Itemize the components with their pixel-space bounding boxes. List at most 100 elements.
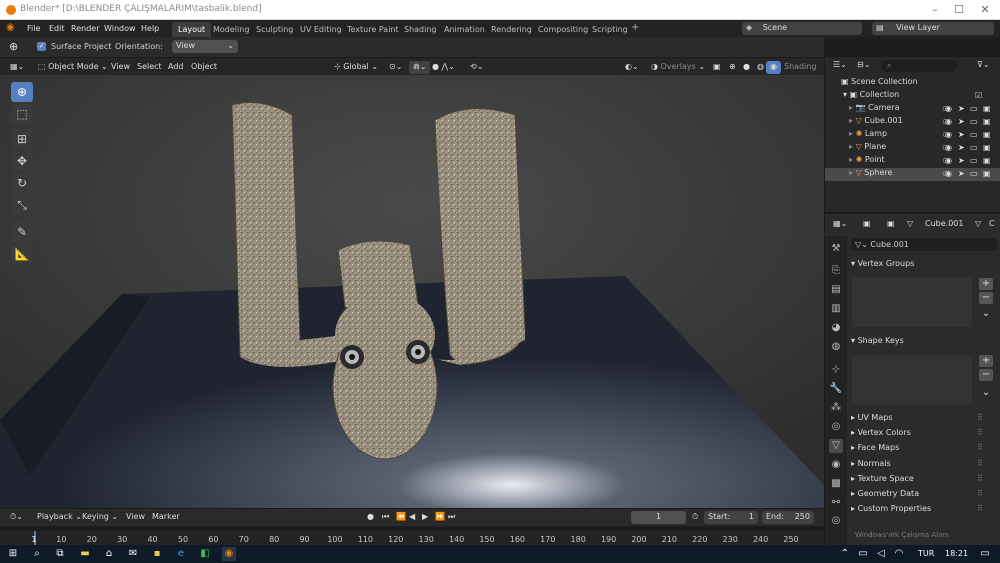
select-arrow-icon[interactable]: ➤ [958,143,965,152]
eye-icon[interactable]: ◉ [945,156,952,165]
camera-render-icon[interactable]: ▣ [983,117,991,126]
timeline-ruler[interactable]: 1 10 20 30 40 50 60 70 80 90 100 110 120 130 140 150 160… [0,526,824,545]
rotate-tool[interactable]: ↻ [11,173,33,193]
drag-handle-icon[interactable]: ⠿ [977,428,983,437]
tab-texture-icon[interactable]: ▩ [829,477,843,491]
tab-scene-icon[interactable]: ◕ [829,321,843,335]
drag-handle-icon[interactable]: ⠿ [977,504,983,513]
add-vertex-group-button[interactable]: + [979,278,993,290]
cursor-tool[interactable]: ⬚ [11,104,33,124]
annotate-tool[interactable]: ✎ [11,222,33,242]
outliner-object-row[interactable]: ▸ ▽ Cube.001 ⊙ ◉ ➤ ▭ ▣ [825,116,1000,129]
collapsed-panel[interactable]: ▸ Vertex Colors ⠿ [851,428,997,437]
shading-dropdown[interactable]: Shading ⌄ [780,61,824,80]
select-box-tool[interactable]: ⊕ [11,82,33,102]
tab-scripting-icon[interactable]: ◎ [829,514,843,528]
collapsed-panel[interactable]: ▸ UV Maps ⠿ [851,413,997,422]
tab-object-data-icon[interactable]: ▽ [829,439,843,453]
collapsed-panel[interactable]: ▸ Normals ⠿ [851,459,997,468]
current-frame-field[interactable]: 1 [631,511,686,524]
menu-select[interactable]: Select [133,61,166,74]
measure-tool[interactable]: 📐 [11,244,33,264]
camera-render-icon[interactable]: ▣ [983,143,991,152]
view-layer-selector[interactable]: ▤ View Layer [872,22,994,35]
collapsed-panel[interactable]: ▸ Geometry Data ⠿ [851,489,997,498]
menu-add[interactable]: Add [164,61,188,74]
task-view-icon[interactable]: ⧉ [53,547,67,561]
timeline-editor-icon[interactable]: ⏱⌄ [6,511,27,524]
select-arrow-icon[interactable]: ➤ [958,156,965,165]
tab-sculpting[interactable]: Sculpting [250,22,299,37]
camera-render-icon[interactable]: ▣ [983,130,991,139]
tab-compositing[interactable]: Compositing [532,22,594,37]
outliner-object-row[interactable]: ▸ 📷 Camera ⊙ ◉ ➤ ▭ ▣ [825,103,1000,116]
eye-icon[interactable]: ◉ [945,117,952,126]
language-indicator[interactable]: TUR [918,549,934,558]
app-green-icon[interactable]: ◧ [198,547,212,561]
wifi-icon[interactable]: ◠ [892,547,906,561]
eye-icon[interactable]: ◉ [945,143,952,152]
outliner-object-row[interactable]: ▸ ▽ Plane ⊙ ◉ ➤ ▭ ▣ [825,142,1000,155]
panel-vertex-groups[interactable]: ▾ Vertex Groups [851,259,997,268]
collapsed-panel[interactable]: ▸ Custom Properties ⠿ [851,504,997,513]
vertex-groups-list[interactable] [851,276,973,328]
vertex-groups-menu-icon[interactable]: ⌄ [979,308,993,320]
scene-link-icon[interactable]: ▣ [859,218,875,231]
move-tool[interactable]: ⊞ [11,129,33,149]
select-arrow-icon[interactable]: ➤ [958,169,965,178]
move-arrows-icon[interactable]: ✥ [11,151,33,171]
eye-icon[interactable]: ◉ [945,104,952,113]
object-link-icon[interactable]: ▣ [883,218,899,231]
tab-output-icon[interactable]: ▤ [829,283,843,297]
remove-shape-key-button[interactable]: − [979,369,993,381]
object-mode-dropdown[interactable]: ⬚ Object Mode ⌄ [34,61,112,74]
timeline-menu-view[interactable]: View [122,511,149,524]
mesh-data-field[interactable]: ▽⌄ Cube.001 [851,238,997,251]
record-icon[interactable]: ● [363,511,378,524]
editor-type-icon[interactable]: ▦⌄ [6,61,28,74]
outliner-search-input[interactable]: ⌕ [881,60,957,72]
volume-icon[interactable]: ◁ [874,547,888,561]
monitor-icon[interactable]: ▭ [970,130,978,139]
tab-shading[interactable]: Shading [398,22,443,37]
monitor-icon[interactable]: ▭ [970,117,978,126]
add-workspace-button[interactable]: + [631,22,639,33]
shape-keys-list[interactable] [851,354,973,406]
camera-render-icon[interactable]: ▣ [983,169,991,178]
network-icon[interactable]: ▭ [856,547,870,561]
monitor-icon[interactable]: ▭ [970,104,978,113]
camera-render-icon[interactable]: ▣ [983,104,991,113]
transform-orientation-dropdown[interactable]: ⊹ Global ⌄ [330,61,382,74]
taskbar-search-icon[interactable]: ⌕ [30,547,44,561]
tab-material-icon[interactable]: ◉ [829,458,843,472]
jump-end-icon[interactable]: ⏭ [444,511,459,524]
file-explorer-icon[interactable]: ▬ [78,547,92,561]
display-mode-icon[interactable]: ⊟⌄ [853,59,874,72]
tab-world-icon[interactable]: ◍ [829,340,843,354]
surface-project-checkbox[interactable]: ✓ [37,42,46,51]
menu-window[interactable]: Window [104,24,136,33]
tab-render-icon[interactable]: ⎘ [829,264,843,278]
tab-object-icon[interactable]: ⊹ [829,363,843,377]
collapsed-panel[interactable]: ▸ Texture Space ⠿ [851,474,997,483]
tab-modeling[interactable]: Modeling [207,22,255,37]
select-arrow-icon[interactable]: ➤ [958,117,965,126]
select-arrow-icon[interactable]: ➤ [958,130,965,139]
object-data-icon[interactable]: ▽ [903,218,917,231]
tab-texture-paint[interactable]: Texture Paint [341,22,405,37]
maximize-button[interactable]: ☐ [946,2,972,18]
menu-object[interactable]: Object [187,61,221,74]
tab-uv-editing[interactable]: UV Editing [294,22,348,37]
filter-icon[interactable]: ⊽⌄ [973,59,994,72]
xray-toggle[interactable]: ▣ [709,61,725,74]
proportional-editing-icon[interactable]: ● ⋀⌄ [428,61,459,74]
eye-icon[interactable]: ◉ [945,130,952,139]
collapsed-panel[interactable]: ▸ Face Maps ⠿ [851,443,997,452]
camera-render-icon[interactable]: ▣ [983,156,991,165]
end-frame-field[interactable]: End: 250 [762,511,814,524]
tab-tool-icon[interactable]: ⚒ [829,242,843,256]
scene-selector[interactable]: ◈ Scene [742,22,862,35]
monitor-icon[interactable]: ▭ [970,156,978,165]
tab-layout[interactable]: Layout [172,22,212,37]
tab-physics-icon[interactable]: ◎ [829,420,843,434]
